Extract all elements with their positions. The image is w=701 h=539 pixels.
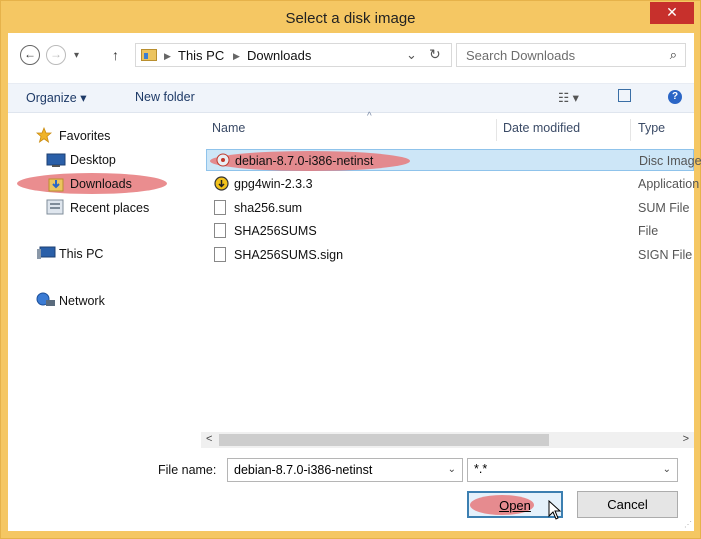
file-row-sha256sums-sign[interactable]: SHA256SUMS.sign SIGN File bbox=[206, 244, 694, 266]
file-name: gpg4win-2.3.3 bbox=[234, 177, 313, 191]
network-icon bbox=[36, 292, 55, 306]
title-bar: Select a disk image ✕ bbox=[1, 1, 700, 33]
downloads-icon bbox=[48, 178, 64, 192]
refresh-icon[interactable]: ↻ bbox=[429, 46, 441, 63]
scroll-right-icon[interactable]: > bbox=[683, 433, 689, 445]
file-icon bbox=[214, 200, 226, 215]
resize-grip-icon[interactable]: ⋰ bbox=[684, 520, 692, 529]
chevron-down-icon[interactable]: ⌄ bbox=[448, 464, 456, 475]
change-view-button[interactable]: ☷ ▾ bbox=[558, 90, 579, 105]
column-divider[interactable] bbox=[630, 119, 631, 141]
column-header-date-modified[interactable]: Date modified bbox=[503, 121, 580, 135]
file-name: debian-8.7.0-i386-netinst bbox=[235, 154, 374, 168]
breadcrumb-this-pc[interactable]: This PC bbox=[178, 48, 224, 63]
file-type: Disc Image bbox=[639, 154, 701, 168]
sidebar-item-network[interactable]: Network bbox=[59, 294, 105, 308]
address-bar[interactable]: ▶ This PC ▶ Downloads ⌄ ↻ bbox=[135, 43, 452, 67]
organize-button[interactable]: Organize ▾ bbox=[26, 90, 86, 105]
cancel-button[interactable]: Cancel bbox=[577, 491, 678, 518]
file-type-filter-select[interactable]: *.* ⌄ bbox=[467, 458, 678, 482]
file-name: sha256.sum bbox=[234, 201, 303, 215]
file-row-sha256sums[interactable]: SHA256SUMS File bbox=[206, 220, 694, 242]
recent-places-icon bbox=[46, 199, 64, 215]
breadcrumb-separator-icon[interactable]: ▶ bbox=[164, 51, 171, 62]
column-header-type[interactable]: Type bbox=[638, 121, 665, 135]
horizontal-scrollbar[interactable]: < > bbox=[201, 432, 694, 448]
command-bar: Organize ▾ New folder ☷ ▾ ? bbox=[8, 83, 694, 113]
dialog-window: Select a disk image ✕ ← → ▾ ↑ ▶ This PC … bbox=[0, 0, 701, 539]
up-button[interactable]: ↑ bbox=[112, 47, 119, 63]
open-button-label: Open bbox=[499, 498, 531, 513]
sidebar-item-recent-places[interactable]: Recent places bbox=[70, 201, 149, 215]
file-type: File bbox=[638, 224, 659, 238]
disc-image-icon bbox=[216, 153, 230, 167]
help-icon[interactable]: ? bbox=[668, 90, 682, 104]
file-type: SIGN File bbox=[638, 248, 693, 262]
search-placeholder: Search Downloads bbox=[466, 48, 576, 63]
chevron-down-icon[interactable]: ⌄ bbox=[663, 464, 671, 475]
scroll-left-icon[interactable]: < bbox=[206, 433, 212, 445]
file-row-debian[interactable]: debian-8.7.0-i386-netinst Disc Image bbox=[206, 149, 701, 171]
address-dropdown-icon[interactable]: ⌄ bbox=[406, 47, 417, 63]
file-name: SHA256SUMS bbox=[234, 224, 317, 238]
forward-button[interactable]: → bbox=[46, 45, 66, 65]
search-input[interactable]: Search Downloads ⌕ bbox=[456, 43, 686, 67]
application-icon bbox=[214, 176, 229, 191]
dialog-body: ← → ▾ ↑ ▶ This PC ▶ Downloads ⌄ ↻ Search… bbox=[8, 33, 701, 531]
scrollbar-thumb[interactable] bbox=[219, 434, 549, 446]
file-icon bbox=[214, 223, 226, 238]
sort-arrow-icon: ^ bbox=[367, 111, 372, 122]
column-header-name[interactable]: Name bbox=[212, 121, 245, 135]
new-folder-button[interactable]: New folder bbox=[135, 90, 195, 104]
breadcrumb-downloads[interactable]: Downloads bbox=[247, 48, 311, 63]
sidebar-item-this-pc[interactable]: This PC bbox=[59, 247, 103, 261]
file-name-value: debian-8.7.0-i386-netinst bbox=[234, 463, 373, 477]
sidebar-item-downloads[interactable]: Downloads bbox=[70, 177, 132, 191]
close-button[interactable]: ✕ bbox=[650, 2, 694, 24]
this-pc-icon bbox=[37, 246, 56, 259]
breadcrumb-separator-icon[interactable]: ▶ bbox=[233, 51, 240, 62]
file-row-sha256-sum[interactable]: sha256.sum SUM File bbox=[206, 197, 694, 219]
sidebar-item-desktop[interactable]: Desktop bbox=[70, 153, 116, 167]
file-name: SHA256SUMS.sign bbox=[234, 248, 344, 262]
file-type-filter-value: *.* bbox=[474, 462, 488, 476]
dialog-title: Select a disk image bbox=[285, 10, 416, 27]
file-name-input[interactable]: debian-8.7.0-i386-netinst ⌄ bbox=[227, 458, 463, 482]
desktop-icon bbox=[46, 153, 66, 167]
recent-locations-dropdown[interactable]: ▾ bbox=[74, 50, 79, 61]
file-row-gpg4win[interactable]: gpg4win-2.3.3 Application bbox=[206, 173, 699, 195]
column-divider[interactable] bbox=[496, 119, 497, 141]
file-name-label: File name: bbox=[158, 463, 217, 477]
back-button[interactable]: ← bbox=[20, 45, 40, 65]
sidebar-item-favorites[interactable]: Favorites bbox=[59, 129, 110, 143]
favorites-star-icon bbox=[36, 127, 52, 143]
mouse-cursor-icon bbox=[548, 500, 562, 520]
search-icon[interactable]: ⌕ bbox=[670, 47, 677, 63]
file-type: SUM File bbox=[638, 201, 690, 215]
folder-icon bbox=[141, 49, 157, 61]
file-type: Application bbox=[638, 177, 700, 191]
preview-pane-icon[interactable] bbox=[618, 89, 631, 102]
file-icon bbox=[214, 247, 226, 262]
